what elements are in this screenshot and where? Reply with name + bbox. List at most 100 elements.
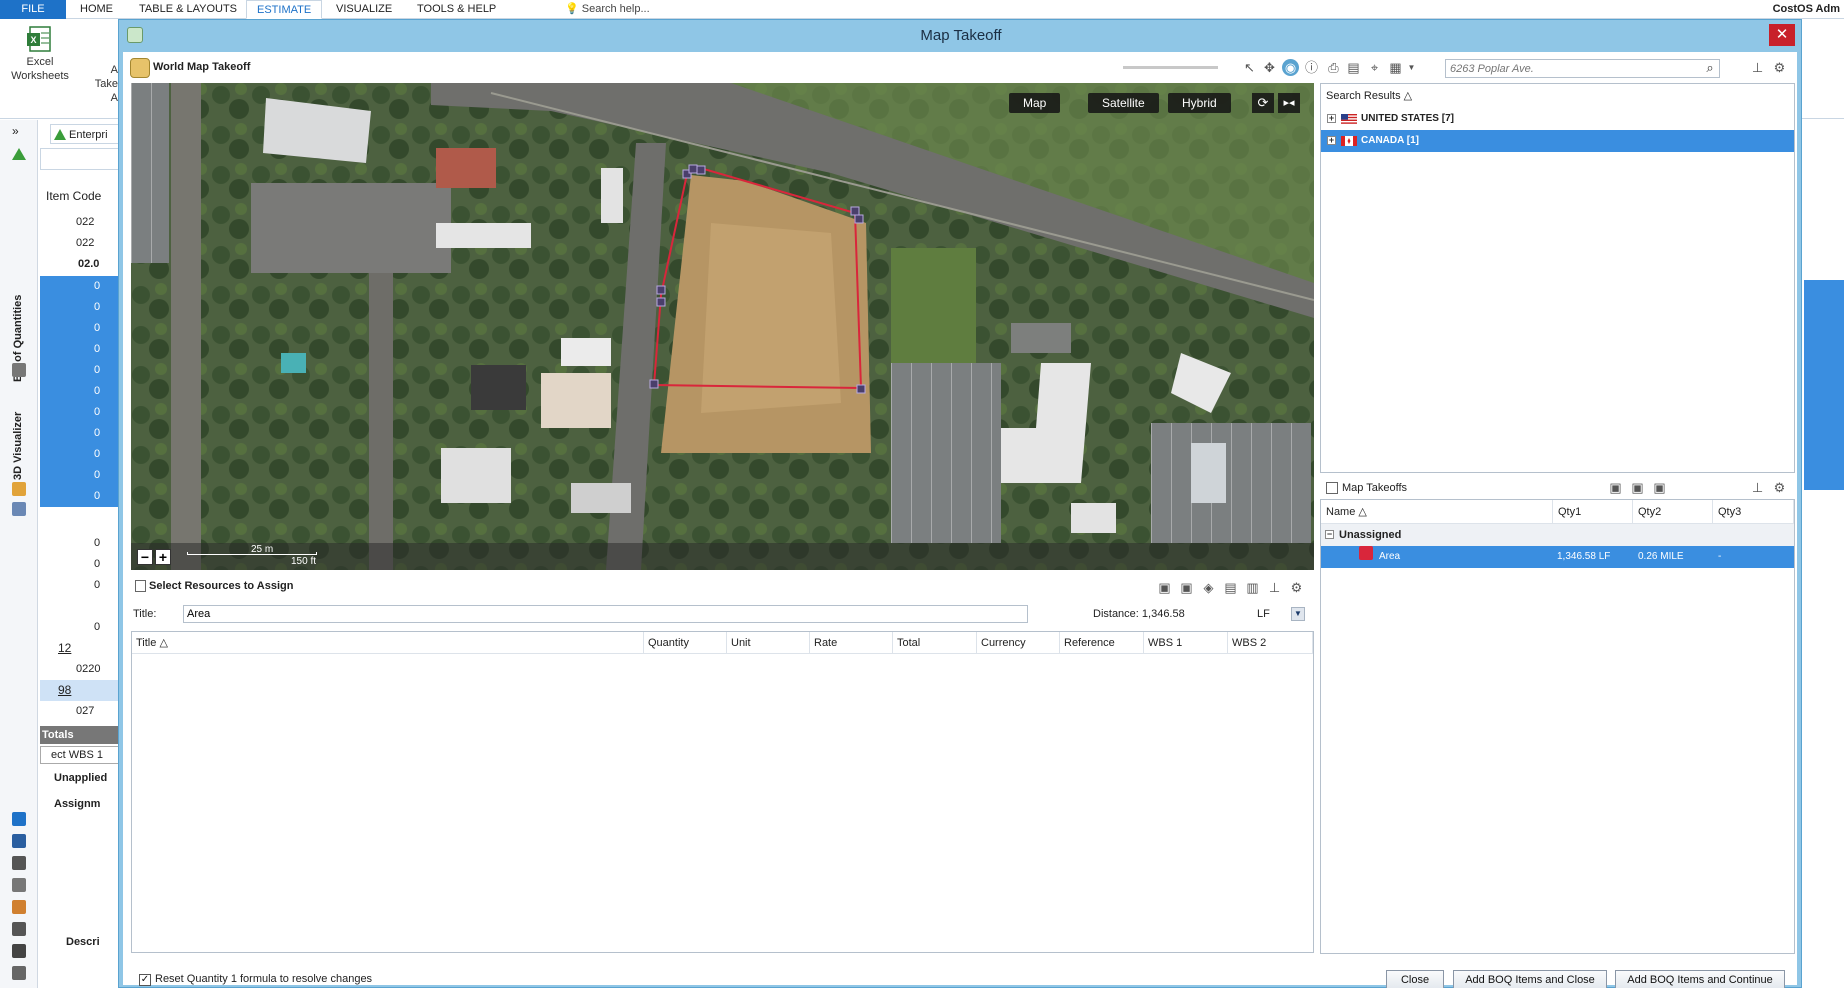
- enterprise-tab[interactable]: Enterpri: [50, 124, 120, 144]
- boq-row[interactable]: 0: [40, 276, 120, 297]
- dock-takeoffs-icon[interactable]: ⊥: [1749, 479, 1766, 496]
- tab-tools-help[interactable]: TOOLS & HELP: [407, 0, 506, 19]
- settings-icon[interactable]: ⚙: [1771, 59, 1788, 76]
- tab-table-layouts[interactable]: TABLE & LAYOUTS: [129, 0, 247, 19]
- export-icon[interactable]: ▦: [1387, 59, 1404, 76]
- address-search-input[interactable]: [1445, 59, 1720, 78]
- column-header-title[interactable]: Title △: [132, 632, 644, 654]
- column-header-qty2[interactable]: Qty2: [1633, 500, 1713, 524]
- boq-row[interactable]: [40, 596, 120, 617]
- pan-icon[interactable]: ✥: [1261, 59, 1278, 76]
- column-header-wbs2[interactable]: WBS 2: [1228, 632, 1313, 654]
- boq-row[interactable]: 0: [40, 554, 120, 575]
- add-boq-items-continue-button[interactable]: Add BOQ Items and Continue: [1615, 970, 1785, 988]
- boq-row[interactable]: 0: [40, 423, 120, 444]
- hammer-icon[interactable]: [12, 856, 26, 870]
- boq-row[interactable]: 98: [40, 680, 120, 701]
- search-icon[interactable]: ⌕: [1702, 60, 1718, 76]
- add-boq-items-close-button[interactable]: Add BOQ Items and Close: [1453, 970, 1607, 988]
- resource-tool-icon[interactable]: ◈: [1200, 579, 1217, 596]
- tools-icon[interactable]: [12, 878, 26, 892]
- boq-row[interactable]: 0: [40, 617, 120, 638]
- collapse-icon[interactable]: −: [1325, 530, 1334, 539]
- unit-select[interactable]: LF ▼: [1253, 605, 1305, 623]
- info-icon[interactable]: ⓘ: [1303, 59, 1320, 76]
- truck-icon[interactable]: [12, 944, 26, 958]
- user-name[interactable]: CostOS Adm: [1773, 0, 1840, 19]
- worker-icon[interactable]: [12, 900, 26, 914]
- people-icon[interactable]: [12, 502, 26, 516]
- zoom-out-button[interactable]: −: [137, 549, 153, 565]
- boq-row[interactable]: 0: [40, 444, 120, 465]
- collapse-panel-icon[interactable]: ▸◂: [1278, 93, 1300, 113]
- column-header-quantity[interactable]: Quantity: [644, 632, 727, 654]
- search-result-row[interactable]: + CANADA [1]: [1321, 130, 1794, 152]
- takeoffs-settings-icon[interactable]: ⚙: [1771, 479, 1788, 496]
- boq-row[interactable]: [40, 512, 120, 533]
- dock-icon[interactable]: ⊥: [1749, 59, 1766, 76]
- ruler-icon[interactable]: [12, 966, 26, 980]
- tab-home[interactable]: HOME: [70, 0, 123, 19]
- excel-takeoff-icon[interactable]: ▣: [1651, 479, 1668, 496]
- 3d-visualizer-label[interactable]: 3D Visualizer: [12, 412, 24, 480]
- zoom-slider[interactable]: [1123, 66, 1218, 69]
- close-button[interactable]: Close: [1386, 970, 1444, 988]
- resource-tool-icon[interactable]: ▣: [1156, 579, 1173, 596]
- resource-tool-icon[interactable]: ▤: [1222, 579, 1239, 596]
- column-header-wbs1[interactable]: WBS 1: [1144, 632, 1228, 654]
- column-header-name[interactable]: Name △: [1321, 500, 1553, 524]
- cube-icon-2[interactable]: [12, 834, 26, 848]
- collapse-arrow-icon[interactable]: »: [12, 124, 19, 138]
- expand-icon[interactable]: +: [1327, 114, 1336, 123]
- boq-row[interactable]: 0: [40, 533, 120, 554]
- boq-icon[interactable]: [12, 148, 26, 160]
- pin-icon[interactable]: ⌖: [1366, 59, 1383, 76]
- title-input[interactable]: [183, 605, 1028, 623]
- boq-row[interactable]: 0220: [40, 659, 120, 680]
- boq-row[interactable]: 02.0: [40, 254, 120, 275]
- zoom-in-button[interactable]: +: [155, 549, 171, 565]
- chevron-down-icon[interactable]: ▼: [1291, 607, 1305, 621]
- import-takeoff-icon[interactable]: ▣: [1629, 479, 1646, 496]
- boq-row[interactable]: 0: [40, 402, 120, 423]
- boq-row[interactable]: 0: [40, 575, 120, 596]
- search-results-header[interactable]: Search Results △: [1321, 84, 1794, 108]
- excel-worksheets-button[interactable]: X Excel Worksheets: [8, 25, 72, 83]
- boq-row[interactable]: 12: [40, 638, 120, 659]
- expand-icon[interactable]: +: [1327, 136, 1336, 145]
- wbs-selector[interactable]: ect WBS 1: [40, 746, 120, 764]
- search-help[interactable]: 💡 Search help...: [565, 0, 650, 19]
- boq-row[interactable]: 022: [40, 212, 120, 233]
- reset-quantity-checkbox[interactable]: ✓: [139, 974, 151, 986]
- boq-row[interactable]: 0: [40, 297, 120, 318]
- tab-estimate[interactable]: ESTIMATE: [246, 0, 323, 19]
- search-result-row[interactable]: + UNITED STATES [7]: [1321, 108, 1794, 130]
- print-icon[interactable]: ⎙: [1325, 59, 1342, 76]
- tab-file[interactable]: FILE: [0, 0, 66, 19]
- boq-row[interactable]: 0: [40, 381, 120, 402]
- resource-settings-icon[interactable]: ⚙: [1288, 579, 1305, 596]
- satellite-map[interactable]: Map Satellite Hybrid ⟳ ▸◂ − + 25 m 150 f…: [131, 83, 1314, 570]
- boq-row[interactable]: 0: [40, 360, 120, 381]
- cube-icon[interactable]: [12, 812, 26, 826]
- unapplied-tab[interactable]: Unapplied: [40, 768, 120, 789]
- description-tab[interactable]: Descri: [40, 932, 120, 953]
- chevron-down-icon[interactable]: ▼: [1403, 59, 1420, 76]
- layer-icon[interactable]: ▤: [1345, 59, 1362, 76]
- column-header-reference[interactable]: Reference: [1060, 632, 1144, 654]
- boq-row[interactable]: 027: [40, 701, 120, 722]
- column-header-unit[interactable]: Unit: [727, 632, 810, 654]
- resource-tool-icon[interactable]: ▥: [1244, 579, 1261, 596]
- resource-dock-icon[interactable]: ⊥: [1266, 579, 1283, 596]
- takeoff-row[interactable]: Area 1,346.58 LF 0.26 MILE -: [1321, 546, 1794, 568]
- refresh-icon[interactable]: ⟳: [1252, 93, 1274, 113]
- boq-row[interactable]: 0: [40, 318, 120, 339]
- globe-icon[interactable]: ◉: [1282, 59, 1299, 76]
- resource-tool-icon[interactable]: ▣: [1178, 579, 1195, 596]
- map-type-satellite-button[interactable]: Satellite: [1088, 93, 1159, 113]
- boq-row[interactable]: 0: [40, 486, 120, 507]
- column-header-qty1[interactable]: Qty1: [1553, 500, 1633, 524]
- excavator-icon[interactable]: [12, 922, 26, 936]
- dialog-close-button[interactable]: ✕: [1769, 24, 1795, 46]
- map-type-map-button[interactable]: Map: [1009, 93, 1061, 113]
